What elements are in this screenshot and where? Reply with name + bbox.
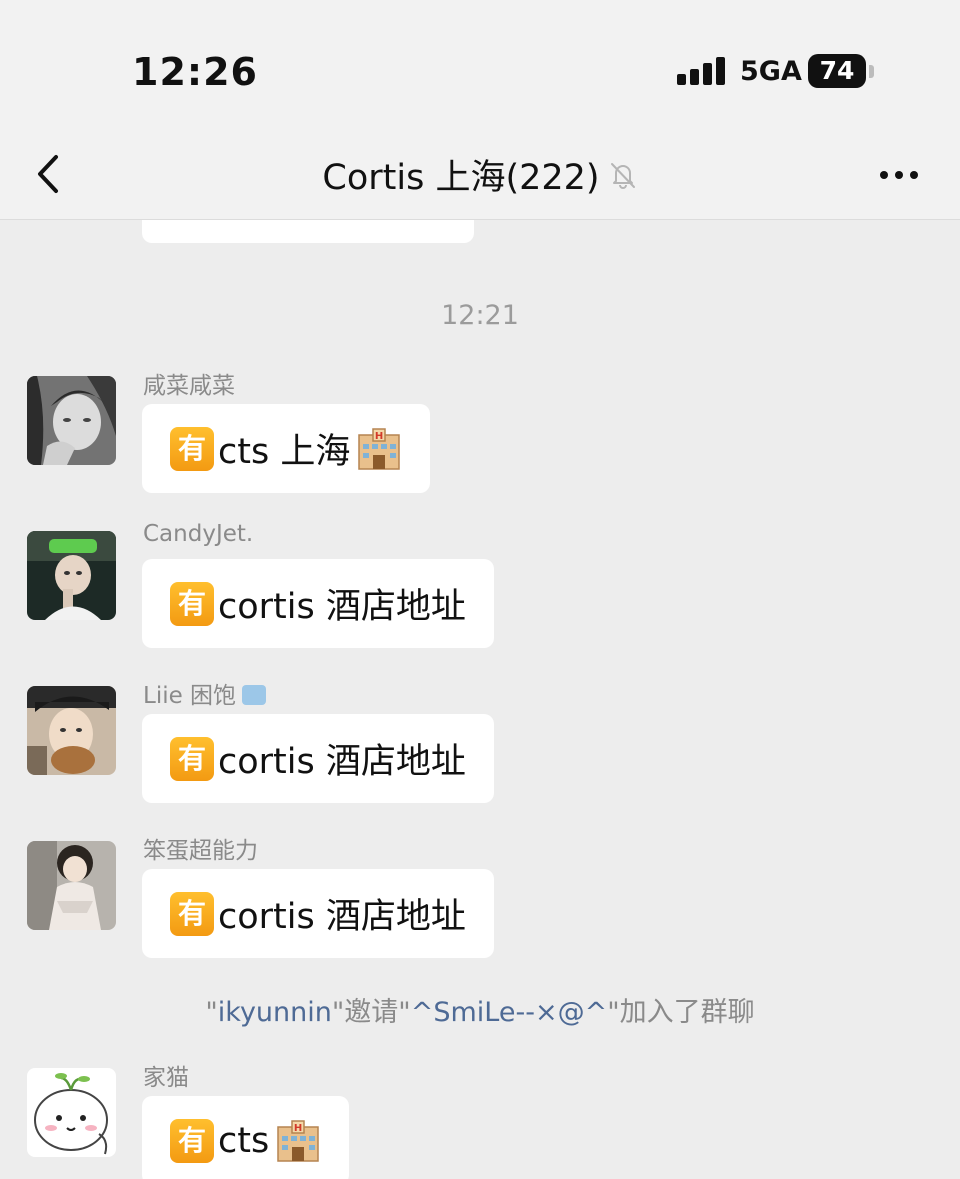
status-time: 12:26: [132, 50, 258, 94]
message-text: cortis 酒店地址: [218, 587, 466, 627]
sender-name: Liie 困饱: [143, 676, 267, 710]
hotel-icon: H: [277, 1119, 319, 1162]
bell-off-icon: [610, 162, 635, 189]
system-text: "邀请": [331, 997, 411, 1028]
message-bubble[interactable]: 有 cortis 酒店地址: [142, 869, 494, 958]
sender-name: 家猫: [143, 1065, 189, 1091]
system-text: ": [205, 997, 218, 1028]
you-emoji-icon: 有: [170, 426, 214, 471]
avatar[interactable]: [27, 376, 116, 465]
sender-name: 咸菜咸菜: [143, 373, 235, 399]
avatar[interactable]: [27, 841, 116, 930]
avatar[interactable]: [27, 686, 116, 775]
message-bubble-partial[interactable]: [142, 220, 474, 243]
you-emoji-icon: 有: [170, 1118, 214, 1163]
message-text: cts 上海: [218, 432, 351, 472]
sender-name: 笨蛋超能力: [143, 838, 258, 864]
time-divider: 12:21: [441, 300, 519, 331]
signal-icon: [677, 57, 727, 85]
message-text: cortis 酒店地址: [218, 897, 466, 937]
chat-message-list[interactable]: 12:21 咸菜咸菜 有 cts 上海 H CandyJet. 有 cortis…: [0, 220, 960, 1179]
network-type: 5GA: [740, 56, 802, 87]
message-bubble[interactable]: 有 cortis 酒店地址: [142, 714, 494, 803]
message-bubble[interactable]: 有 cortis 酒店地址: [142, 559, 494, 648]
system-message: "ikyunnin"邀请"^SmiLe--×@^"加入了群聊: [0, 990, 960, 1029]
system-text: "加入了群聊: [607, 997, 755, 1028]
status-bar: 12:26 5GA 74: [0, 0, 960, 130]
hotel-icon: H: [358, 427, 401, 470]
ice-emoji-icon: [242, 685, 267, 705]
ellipsis-icon[interactable]: [874, 160, 924, 190]
battery-icon: 74: [808, 54, 866, 88]
inviter-name[interactable]: ikyunnin: [218, 997, 332, 1028]
message-text: cts: [218, 1120, 270, 1161]
sender-name-text: Liie 困饱: [143, 683, 237, 709]
chevron-left-icon[interactable]: [30, 152, 74, 196]
message-text: cortis 酒店地址: [218, 742, 466, 782]
you-emoji-icon: 有: [170, 581, 214, 626]
you-emoji-icon: 有: [170, 736, 214, 781]
message-bubble[interactable]: 有 cts 上海 H: [142, 404, 431, 493]
svg-text:H: H: [375, 431, 383, 442]
chat-title: Cortis 上海(222): [322, 158, 600, 198]
svg-text:H: H: [294, 1123, 302, 1134]
avatar[interactable]: [27, 531, 116, 620]
sender-name: CandyJet.: [143, 521, 254, 547]
you-emoji-icon: 有: [170, 891, 214, 936]
invitee-name[interactable]: ^SmiLe--×@^: [411, 997, 607, 1028]
avatar[interactable]: [27, 1068, 116, 1157]
battery-cap: [869, 65, 874, 78]
nav-title-group[interactable]: Cortis 上海(222): [200, 130, 760, 219]
nav-bar: Cortis 上海(222): [0, 130, 960, 220]
message-bubble[interactable]: 有 cts H: [142, 1096, 350, 1179]
